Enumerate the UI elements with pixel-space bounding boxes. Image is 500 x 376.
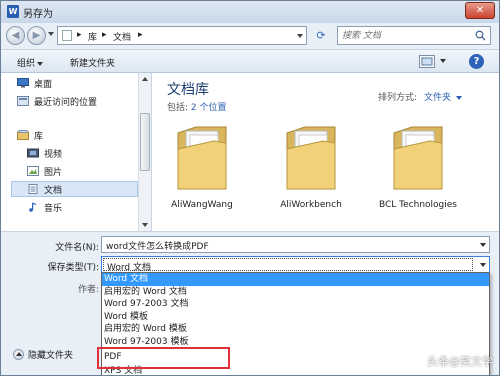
folder-name: AliWangWang xyxy=(171,200,233,210)
folder-item[interactable]: AliWangWang xyxy=(152,115,252,225)
chevron-up-icon xyxy=(13,349,24,360)
chevron-down-icon xyxy=(37,61,44,66)
desktop-icon xyxy=(17,78,29,88)
folder-icon xyxy=(393,126,443,190)
sidebar-item-label: 文档 xyxy=(44,186,63,196)
folder-name: AliWorkbench xyxy=(280,200,342,210)
arrange-by-dropdown[interactable]: 文件夹 xyxy=(424,90,462,103)
view-dropdown-icon[interactable] xyxy=(438,56,446,66)
folder-item[interactable]: BCL Technologies xyxy=(368,115,468,225)
pdf-highlight-box xyxy=(97,347,230,369)
recent-places-icon xyxy=(17,96,29,106)
recent-locations-dropdown[interactable] xyxy=(48,32,54,36)
file-list-pane: 文档库 包括: 2 个位置 排列方式: 文件夹 AliWangWang AliW… xyxy=(152,73,499,231)
address-chevron-icon[interactable]: ▸ xyxy=(77,30,82,40)
filename-label: 文件名(N): xyxy=(55,243,99,253)
watermark-text: 头条@笑文学 xyxy=(427,355,493,368)
option-macro-word-document[interactable]: 启用宏的 Word 文档 xyxy=(102,286,489,299)
scrollbar-thumb[interactable] xyxy=(140,113,150,171)
option-macro-word-template[interactable]: 启用宏的 Word 模板 xyxy=(102,323,489,336)
watermark-logo-icon xyxy=(410,354,424,368)
views-icon xyxy=(421,57,433,66)
save-type-select[interactable]: Word 文档 xyxy=(101,256,490,273)
sidebar-item-label: 最近访问的位置 xyxy=(34,98,98,108)
pictures-icon xyxy=(27,166,39,176)
sidebar-item-label: 音乐 xyxy=(44,204,63,214)
search-box[interactable] xyxy=(337,26,491,45)
folder-icon xyxy=(177,126,227,190)
word-icon: W xyxy=(7,5,19,18)
option-word-document[interactable]: Word 文档 xyxy=(102,273,489,286)
sidebar-item-desktop[interactable]: 桌面 xyxy=(17,77,52,90)
option-word-template[interactable]: Word 模板 xyxy=(102,311,489,324)
chevron-down-icon[interactable] xyxy=(480,263,486,267)
dialog-title: 另存为 xyxy=(23,9,53,20)
chevron-down-icon xyxy=(455,95,462,100)
sidebar-item-recent-places[interactable]: 最近访问的位置 xyxy=(17,95,97,108)
includes-locations-link[interactable]: 2 个位置 xyxy=(191,103,227,113)
sidebar-item-label: 图片 xyxy=(44,168,63,178)
sidebar-item-documents[interactable]: 文档 xyxy=(27,183,62,196)
breadcrumb-libraries[interactable]: 库 xyxy=(88,30,97,43)
sidebar-item-label: 桌面 xyxy=(34,80,53,90)
folder-name: BCL Technologies xyxy=(379,200,457,210)
arrange-by-label: 排列方式: xyxy=(378,93,418,103)
filename-value: word文件怎么转换成PDF xyxy=(106,242,209,252)
library-title: 文档库 xyxy=(167,82,209,98)
organize-button[interactable]: 组织 xyxy=(17,56,44,69)
arrange-by-value: 文件夹 xyxy=(424,93,452,103)
address-chevron-icon[interactable]: ▸ xyxy=(138,30,143,40)
video-icon xyxy=(27,148,39,158)
address-dropdown-icon[interactable] xyxy=(297,34,303,38)
library-includes: 包括: 2 个位置 xyxy=(167,100,227,113)
folder-item[interactable]: AliWorkbench xyxy=(261,115,361,225)
organize-label: 组织 xyxy=(17,59,36,69)
back-button[interactable]: ◀ xyxy=(6,26,25,45)
search-icon[interactable] xyxy=(475,30,486,41)
sidebar-item-label: 库 xyxy=(34,132,44,142)
scroll-up-icon[interactable] xyxy=(142,77,148,81)
refresh-icon[interactable]: ⟳ xyxy=(312,27,330,44)
navigation-pane: 桌面 最近访问的位置 库 视频 图片 文档 音乐 xyxy=(1,73,152,231)
watermark: 头条@笑文学 xyxy=(410,353,493,369)
libraries-icon xyxy=(17,130,29,140)
address-chevron-icon[interactable]: ▸ xyxy=(102,30,107,40)
hide-folders-label: 隐藏文件夹 xyxy=(28,351,74,361)
new-folder-button[interactable]: 新建文件夹 xyxy=(70,56,115,69)
hide-folders-button[interactable]: 隐藏文件夹 xyxy=(13,348,73,361)
filename-input[interactable]: word文件怎么转换成PDF xyxy=(101,236,490,253)
author-label: 作者: xyxy=(77,285,99,295)
save-type-value: Word 文档 xyxy=(103,258,473,272)
command-bar: 组织 新建文件夹 ? xyxy=(1,49,499,73)
includes-label: 包括: xyxy=(167,103,189,113)
help-icon[interactable]: ? xyxy=(469,54,484,69)
scroll-down-icon[interactable] xyxy=(142,223,148,227)
sidebar-item-music[interactable]: 音乐 xyxy=(27,201,62,214)
forward-button[interactable]: ▶ xyxy=(27,26,46,45)
change-view-button[interactable] xyxy=(419,55,435,68)
documents-icon xyxy=(28,184,38,194)
sidebar-item-pictures[interactable]: 图片 xyxy=(27,165,62,178)
close-button[interactable]: ✕ xyxy=(465,2,495,19)
folder-icon xyxy=(62,30,72,41)
search-input[interactable] xyxy=(342,28,472,43)
breadcrumb-documents[interactable]: 文档 xyxy=(113,30,131,43)
folder-icon xyxy=(286,126,336,190)
chevron-down-icon[interactable] xyxy=(480,243,486,247)
sidebar-item-label: 视频 xyxy=(44,150,63,160)
save-as-dialog: W 另存为 ✕ ◀ ▶ ▸ 库 ▸ 文档 ▸ ⟳ 组织 新建文件夹 xyxy=(0,0,500,376)
save-type-label: 保存类型(T): xyxy=(47,263,99,273)
music-icon xyxy=(29,202,37,212)
address-row: ◀ ▶ ▸ 库 ▸ 文档 ▸ ⟳ xyxy=(1,23,499,49)
sidebar-item-libraries[interactable]: 库 xyxy=(17,129,43,142)
title-bar: W 另存为 ✕ xyxy=(1,1,499,23)
sidebar-item-videos[interactable]: 视频 xyxy=(27,147,62,160)
address-bar[interactable]: ▸ 库 ▸ 文档 ▸ xyxy=(57,26,307,45)
navigation-scrollbar[interactable] xyxy=(138,73,151,231)
option-word-97-2003-document[interactable]: Word 97-2003 文档 xyxy=(102,298,489,311)
